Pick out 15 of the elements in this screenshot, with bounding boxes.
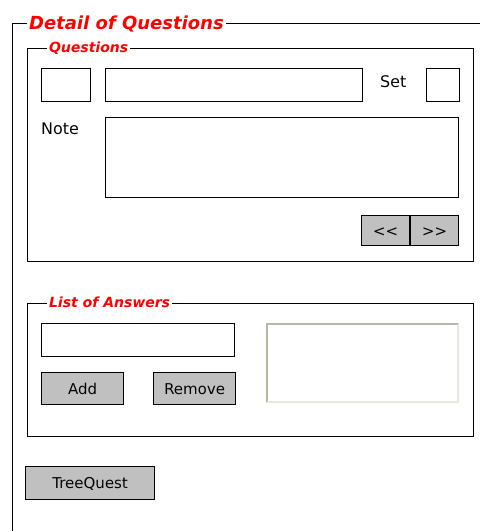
- answer-button[interactable]: Remove: [153, 372, 236, 405]
- input-field[interactable]: [41, 68, 91, 102]
- input-field[interactable]: [105, 68, 363, 102]
- input-field[interactable]: [426, 68, 460, 102]
- note-label: Note: [41, 119, 80, 138]
- nav-button[interactable]: >>: [410, 215, 459, 246]
- tree-button[interactable]: TreeQuest: [25, 466, 155, 500]
- note-field[interactable]: [105, 117, 459, 198]
- section-title: Detail of Questions: [28, 13, 225, 34]
- nav-button[interactable]: <<: [361, 215, 410, 246]
- answer-button[interactable]: Add: [41, 372, 124, 405]
- group-title: Questions: [48, 40, 130, 56]
- answer-field[interactable]: [41, 323, 235, 357]
- set-label: Set: [380, 72, 406, 91]
- group-title: List of Answers: [48, 295, 172, 311]
